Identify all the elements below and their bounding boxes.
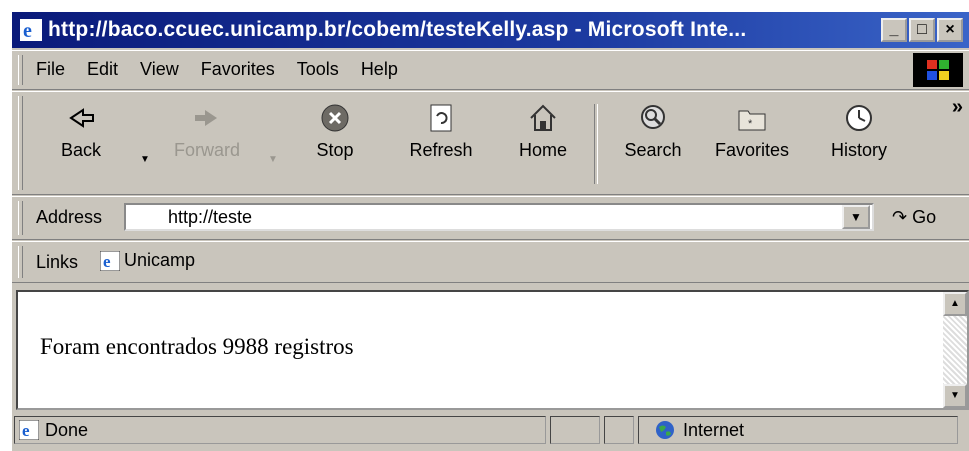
- history-icon: [846, 105, 872, 131]
- status-panel-empty: [550, 416, 600, 444]
- menu-help[interactable]: Help: [361, 59, 398, 80]
- svg-text:*: *: [748, 118, 753, 130]
- minimize-button[interactable]: _: [881, 18, 907, 42]
- ie-logo-icon: e: [20, 19, 42, 41]
- svg-text:e: e: [23, 20, 32, 41]
- toolbar-grip[interactable]: [18, 55, 23, 85]
- svg-text:e: e: [22, 421, 30, 440]
- link-unicamp[interactable]: e Unicamp: [100, 250, 195, 271]
- refresh-icon: [430, 104, 452, 132]
- status-text-panel: e Done: [14, 416, 546, 444]
- stop-label: Stop: [316, 140, 354, 160]
- menu-edit[interactable]: Edit: [87, 59, 118, 80]
- stop-button[interactable]: Stop: [290, 102, 380, 161]
- refresh-button[interactable]: Refresh: [396, 102, 486, 161]
- menu-file[interactable]: File: [36, 59, 65, 80]
- maximize-button[interactable]: □: [909, 18, 935, 42]
- stop-icon: [321, 104, 349, 132]
- go-button[interactable]: ↷ Go: [892, 207, 936, 228]
- browser-window: e http://baco.ccuec.unicamp.br/cobem/tes…: [12, 12, 969, 451]
- refresh-label: Refresh: [409, 140, 473, 160]
- link-unicamp-label: Unicamp: [124, 250, 196, 270]
- menu-view[interactable]: View: [140, 59, 179, 80]
- ie-page-icon: e: [100, 250, 120, 271]
- status-panel-empty: [604, 416, 634, 444]
- menu-bar: File Edit View Favorites Tools Help: [12, 50, 969, 90]
- links-bar: Links e Unicamp: [12, 241, 969, 283]
- search-label: Search: [624, 140, 682, 160]
- vertical-scrollbar[interactable]: ▲ ▼: [943, 292, 967, 408]
- address-bar: Address ▼ ↷ Go: [12, 196, 969, 240]
- toolbar-separator: [594, 104, 598, 184]
- back-label: Back: [60, 140, 102, 160]
- forward-arrow-icon: [195, 110, 217, 126]
- zone-label: Internet: [683, 419, 745, 440]
- menu-tools[interactable]: Tools: [297, 59, 339, 80]
- scroll-down-button[interactable]: ▼: [943, 384, 967, 408]
- zone-panel: Internet: [638, 416, 958, 444]
- links-label: Links: [36, 252, 79, 272]
- go-label: Go: [912, 207, 937, 227]
- page-content: Foram encontrados 9988 registros ▲ ▼: [16, 290, 969, 410]
- scroll-up-button[interactable]: ▲: [943, 292, 967, 316]
- forward-button[interactable]: Forward: [162, 102, 252, 161]
- history-label: History: [830, 140, 887, 160]
- address-input[interactable]: [124, 203, 874, 231]
- toolbar-chevron[interactable]: »: [952, 96, 963, 119]
- svg-text:e: e: [103, 252, 111, 271]
- standard-toolbar: Back ▼ Forward ▼ Stop Refresh Home Searc…: [12, 91, 969, 195]
- windows-logo-icon: [913, 53, 963, 87]
- home-label: Home: [518, 140, 567, 160]
- status-text: Done: [45, 419, 89, 440]
- window-title: http://baco.ccuec.unicamp.br/cobem/teste…: [48, 18, 747, 41]
- toolbar-grip[interactable]: [18, 96, 23, 190]
- back-dropdown-icon[interactable]: ▼: [140, 154, 150, 165]
- title-bar[interactable]: e http://baco.ccuec.unicamp.br/cobem/tes…: [12, 12, 969, 48]
- address-label: Address: [36, 207, 103, 227]
- toolbar-grip[interactable]: [18, 201, 23, 235]
- home-button[interactable]: Home: [498, 102, 588, 161]
- forward-label: Forward: [173, 140, 240, 160]
- favorites-label: Favorites: [714, 140, 790, 160]
- favorites-icon: *: [738, 110, 766, 131]
- forward-dropdown-icon[interactable]: ▼: [268, 154, 278, 165]
- ie-page-icon: e: [19, 420, 39, 440]
- search-button[interactable]: Search: [608, 102, 698, 161]
- status-bar: e Done Internet: [12, 412, 969, 448]
- address-dropdown-button[interactable]: ▼: [842, 205, 870, 229]
- back-button[interactable]: Back: [36, 102, 126, 161]
- search-icon: [641, 105, 665, 129]
- result-message: Foram encontrados 9988 registros: [40, 334, 354, 359]
- history-button[interactable]: History: [814, 102, 904, 161]
- globe-icon: [656, 421, 674, 439]
- home-icon: [530, 104, 556, 131]
- back-arrow-icon: [69, 108, 94, 128]
- close-button[interactable]: ×: [937, 18, 963, 42]
- go-arrow-icon: ↷: [892, 207, 908, 227]
- favorites-button[interactable]: * Favorites: [700, 102, 804, 161]
- toolbar-grip[interactable]: [18, 246, 23, 278]
- menu-favorites[interactable]: Favorites: [201, 59, 275, 80]
